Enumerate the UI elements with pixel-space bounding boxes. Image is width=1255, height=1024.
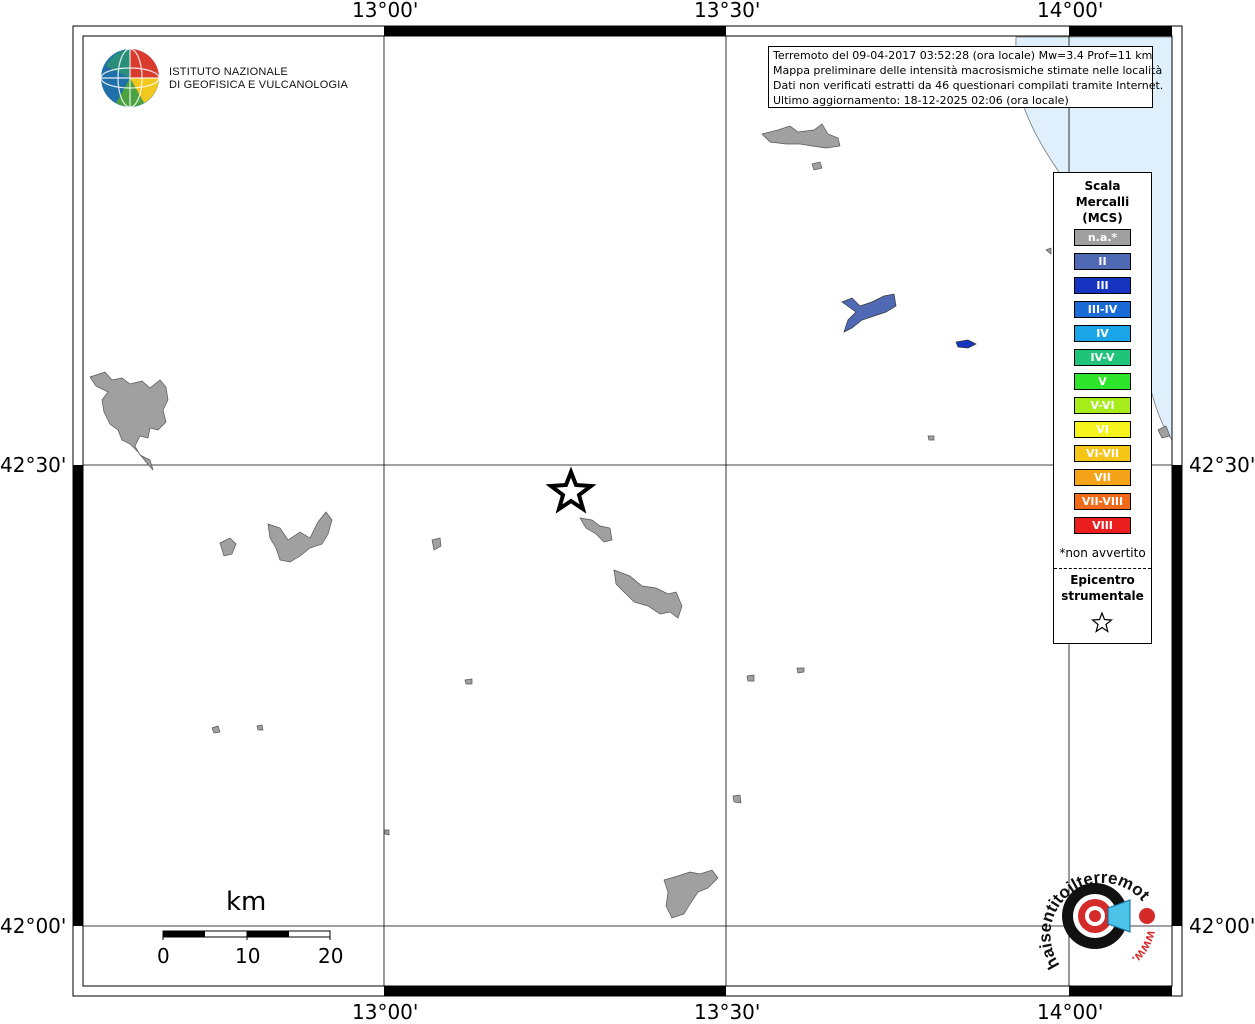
frame-stripe-bottom-right [1069,986,1172,996]
frame-stripe-left [73,465,83,926]
watermark-prefix: www. [1129,928,1160,967]
legend-swatch-vvi: V-VI [1074,397,1131,414]
ingv-globe-icon [100,48,160,108]
lon-tick-top-1300: 13°00' [352,0,419,22]
frame-stripe-top-right [1069,26,1172,36]
legend-swatch-ivv: IV-V [1074,349,1131,366]
locality-tiny-2 [256,724,264,731]
legend-swatch-iiiiv: III-IV [1074,301,1131,318]
legend-title: Scala Mercalli (MCS) [1054,178,1151,226]
scale-unit: km [226,887,267,917]
legend-epicenter-line2: strumentale [1061,589,1144,603]
lon-tick-bottom-1330: 13°30' [694,1000,761,1024]
legend-swatch-viiviii: VII-VIII [1074,493,1131,510]
map-outer-frame [72,25,1183,997]
lon-tick-top-1330: 13°30' [694,0,761,22]
legend-note: *non avvertito [1059,546,1146,560]
info-line-2: Mappa preliminare delle intensità macros… [773,64,1163,77]
scale-label-20: 20 [318,944,344,968]
legend-title-line1: Scala [1084,179,1121,193]
locality-tiny-6 [732,794,742,804]
legend-epicenter-title: Epicentro strumentale [1054,572,1151,604]
legend-swatch-vii: VII [1074,469,1131,486]
legend-swatch-iv: IV [1074,325,1131,342]
frame-stripe-top [384,26,726,36]
ingv-logo-line2: DI GEOFISICA E VULCANOLOGIA [169,79,348,91]
legend-epicenter-line1: Epicentro [1070,573,1135,587]
legend-swatch-ii: II [1074,253,1131,270]
legend-star-icon [1091,611,1113,633]
lat-tick-right-4200: 42°00' [1189,914,1255,938]
lon-tick-bottom-1300: 13°00' [352,1000,419,1024]
intensity-legend: Scala Mercalli (MCS) n.a.* II III III-IV IV I… [1053,172,1152,644]
ingv-logo-text: ISTITUTO NAZIONALE DI GEOFISICA E VULCAN… [169,66,348,92]
locality-tiny-3 [464,678,473,685]
lat-tick-left-4230: 42°30' [0,453,67,477]
info-line-1: Terremoto del 09-04-2017 03:52:28 (ora l… [773,49,1153,62]
legend-title-line3: (MCS) [1082,211,1123,225]
lon-tick-top-1400: 14°00' [1037,0,1104,22]
scale-label-10: 10 [235,944,261,968]
scale-label-0: 0 [157,944,170,968]
earthquake-info-box: Terremoto del 09-04-2017 03:52:28 (ora l… [768,46,1164,108]
watermark-logo: haisentitoilterremoto.it www. [1030,850,1160,973]
locality-tiny-8 [384,829,390,836]
locality-tiny-5 [796,667,805,674]
legend-divider [1054,568,1151,569]
locality-tiny-7 [927,435,935,441]
legend-swatch-v: V [1074,373,1131,390]
ingv-logo-line1: ISTITUTO NAZIONALE [169,66,288,78]
legend-swatch-iii: III [1074,277,1131,294]
lat-tick-right-4230: 42°30' [1189,453,1255,477]
legend-title-line2: Mercalli [1075,195,1130,209]
legend-swatch-viii: VIII [1074,517,1131,534]
lon-tick-bottom-1400: 14°00' [1037,1000,1104,1024]
legend-swatch-vivii: VI-VII [1074,445,1131,462]
locality-tiny-4 [746,674,755,682]
frame-stripe-bottom [384,986,726,996]
lat-tick-left-4200: 42°00' [0,914,67,938]
frame-stripe-right [1172,465,1182,926]
info-line-4: Ultimo aggiornamento: 18-12-2025 02:06 (… [773,94,1069,107]
info-line-3: Dati non verificati estratti da 46 quest… [773,79,1164,92]
legend-swatch-vi: VI [1074,421,1131,438]
legend-swatch-na: n.a.* [1074,229,1131,246]
